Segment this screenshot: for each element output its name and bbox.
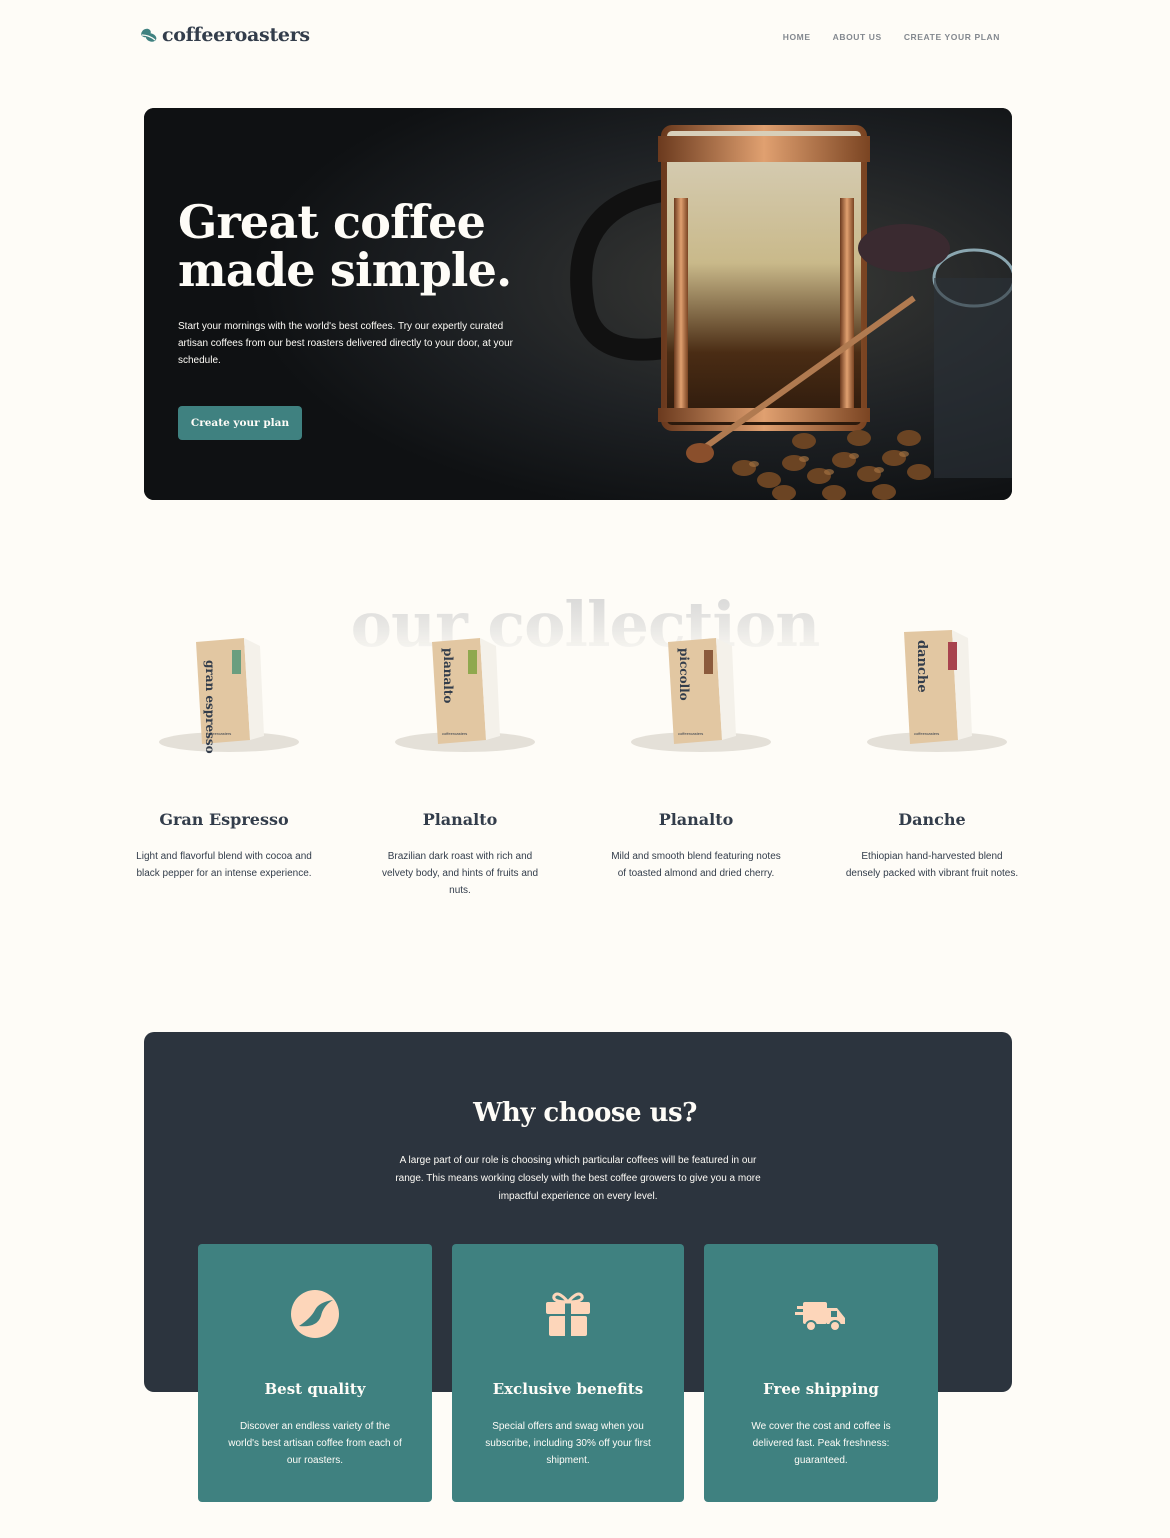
product-card-gran-espresso[interactable]: gran espresso coffeeroasters Gran Espres… <box>124 620 324 879</box>
card-description: Special offers and swag when you subscri… <box>485 1421 651 1466</box>
coffee-bag-image: gran espresso coffeeroasters <box>159 638 299 754</box>
bag-label: gran espresso <box>203 660 217 754</box>
product-name: Planalto <box>422 810 498 829</box>
why-title: Why choose us? <box>473 1098 697 1128</box>
product-card-danche[interactable]: danche coffeeroasters Danche Ethiopian h… <box>832 620 1032 879</box>
create-plan-button[interactable]: Create your plan <box>178 406 302 440</box>
gift-icon <box>546 1292 590 1336</box>
brand-logo[interactable]: coffeeroasters <box>140 24 310 46</box>
bag-brand: coffeeroasters <box>678 731 703 736</box>
coffee-bag-image: piccollo coffeeroasters <box>631 638 771 752</box>
hero-title: Great coffee made simple. <box>178 198 538 294</box>
hero-title-line-2: made simple. <box>178 243 512 297</box>
nav-about-us[interactable]: ABOUT US <box>833 32 882 42</box>
product-name: Gran Espresso <box>159 810 289 829</box>
hero-section: Great coffee made simple. Start your mor… <box>144 108 1012 500</box>
truck-icon <box>795 1302 845 1332</box>
hero-image <box>144 108 1012 500</box>
bag-label: planalto <box>441 648 455 703</box>
bag-label: piccollo <box>677 648 691 701</box>
hero-title-line-1: Great coffee <box>178 195 486 249</box>
bag-label: danche <box>914 640 929 693</box>
product-description: Mild and smooth blend featuring notes of… <box>611 851 781 879</box>
benefit-card-best-quality: Best quality Discover an endless variety… <box>198 1244 432 1502</box>
product-description: Brazilian dark roast with rich and velve… <box>381 851 538 896</box>
bag-brand: coffeeroasters <box>914 731 939 736</box>
product-card-planalto[interactable]: planalto coffeeroasters Planalto Brazili… <box>360 620 560 896</box>
product-card-piccollo[interactable]: piccollo coffeeroasters Planalto Mild an… <box>596 620 796 879</box>
coffee-leaf-icon <box>141 28 157 42</box>
bag-brand: coffeeroasters <box>206 731 231 736</box>
brand-name: coffeeroasters <box>162 24 310 46</box>
nav-create-your-plan[interactable]: CREATE YOUR PLAN <box>904 32 1000 42</box>
bag-brand: coffeeroasters <box>442 731 467 736</box>
product-name: Planalto <box>658 810 734 829</box>
hero-description: Start your mornings with the world's bes… <box>178 321 513 366</box>
card-description: We cover the cost and coffee is delivere… <box>751 1421 891 1466</box>
main-nav: HOME ABOUT US CREATE YOUR PLAN <box>783 32 1000 42</box>
card-title: Free shipping <box>763 1380 879 1398</box>
why-description: A large part of our role is choosing whi… <box>395 1155 761 1202</box>
card-description: Discover an endless variety of the world… <box>228 1421 402 1466</box>
product-description: Ethiopian hand-harvested blend densely p… <box>845 851 1019 879</box>
coffee-bag-image: danche coffeeroasters <box>867 630 1007 752</box>
product-name: Danche <box>898 810 966 829</box>
coffee-bag-image: planalto coffeeroasters <box>395 638 535 752</box>
product-description: Light and flavorful blend with cocoa and… <box>136 851 312 879</box>
card-title: Exclusive benefits <box>492 1380 644 1398</box>
nav-home[interactable]: HOME <box>783 32 811 42</box>
benefit-card-free-shipping: Free shipping We cover the cost and coff… <box>704 1244 938 1502</box>
coffee-bean-icon <box>291 1290 339 1338</box>
benefit-card-exclusive-benefits: Exclusive benefits Special offers and sw… <box>452 1244 684 1502</box>
card-title: Best quality <box>264 1380 366 1398</box>
